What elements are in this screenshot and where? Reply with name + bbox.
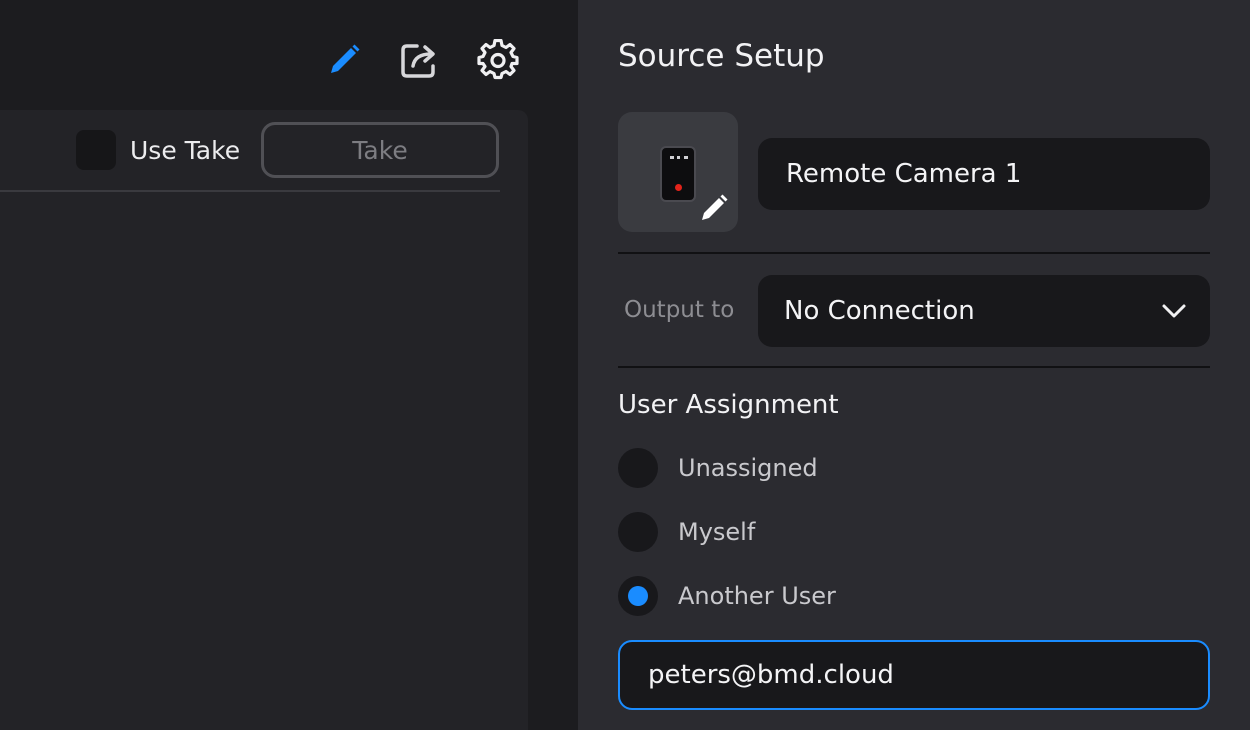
use-take-label: Use Take	[130, 135, 241, 165]
gear-icon[interactable]	[476, 38, 520, 82]
radio-button[interactable]	[618, 448, 658, 488]
source-setup-panel: Source Setup Remote Camera 1 Output to N…	[578, 0, 1250, 730]
take-button[interactable]: Take	[261, 122, 499, 178]
use-take-toggle[interactable]: Use Take	[76, 130, 240, 170]
left-panel: Use Take Take	[0, 110, 528, 730]
radio-label: Myself	[678, 518, 756, 546]
radio-button[interactable]	[618, 512, 658, 552]
radio-another-user[interactable]: Another User	[618, 576, 836, 616]
phone-icon	[660, 146, 696, 202]
page-title: Source Setup	[618, 38, 825, 74]
toolbar	[0, 0, 578, 110]
radio-label: Unassigned	[678, 454, 818, 482]
output-label: Output to	[624, 297, 735, 323]
divider	[618, 252, 1210, 254]
source-name-field[interactable]: Remote Camera 1	[758, 138, 1210, 210]
left-area: Use Take Take	[0, 0, 578, 730]
source-thumbnail[interactable]	[618, 112, 738, 232]
radio-button-selected[interactable]	[618, 576, 658, 616]
divider	[0, 190, 500, 192]
divider	[618, 366, 1210, 368]
share-icon[interactable]	[398, 38, 442, 82]
edit-icon[interactable]	[698, 192, 730, 224]
output-select[interactable]: No Connection	[758, 275, 1210, 347]
radio-unassigned[interactable]: Unassigned	[618, 448, 818, 488]
output-select-value: No Connection	[784, 296, 975, 326]
radio-myself[interactable]: Myself	[618, 512, 755, 552]
radio-label: Another User	[678, 582, 836, 610]
chevron-down-icon	[1162, 304, 1186, 318]
user-assignment-title: User Assignment	[618, 390, 839, 420]
use-take-checkbox[interactable]	[76, 130, 116, 170]
pencil-icon[interactable]	[322, 38, 366, 82]
email-field[interactable]	[618, 640, 1210, 710]
